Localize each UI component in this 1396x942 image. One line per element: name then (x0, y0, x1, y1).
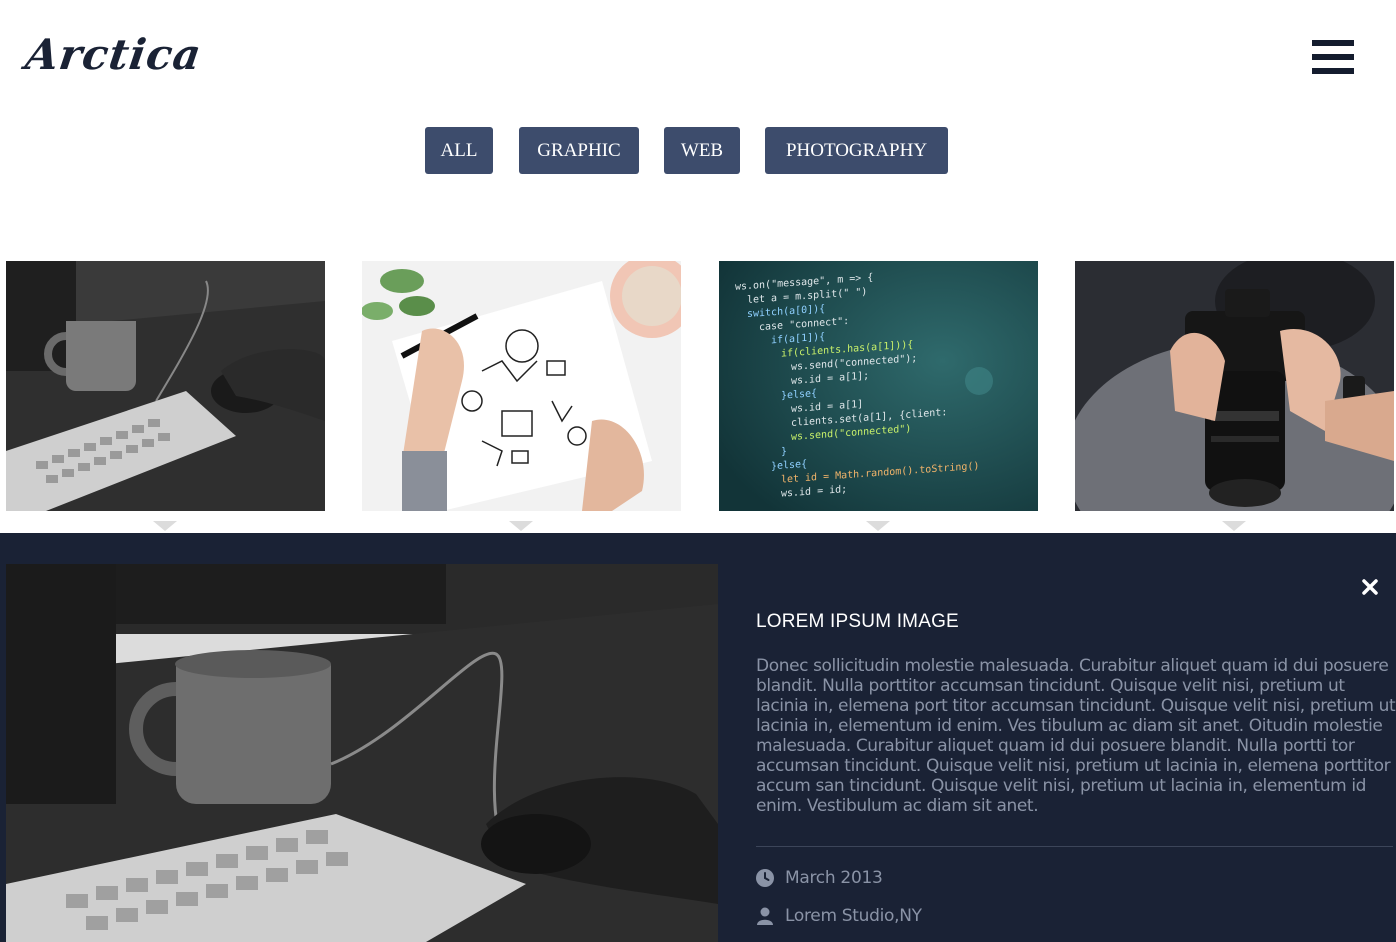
detail-title: LOREM IPSUM IMAGE (756, 611, 959, 632)
code-photo: ws.on("message", m => { let a = m.split(… (719, 261, 1038, 511)
portfolio-item-desk[interactable] (6, 261, 325, 511)
portfolio-item-camera[interactable] (1075, 261, 1394, 511)
hamburger-menu-icon[interactable] (1312, 40, 1354, 76)
thumb-pointer-arrow (1222, 521, 1246, 531)
user-icon (757, 907, 773, 925)
detail-divider (756, 846, 1393, 847)
site-logo[interactable]: Arctica (23, 30, 205, 79)
portfolio-detail-panel: LOREM IPSUM IMAGE Donec sollicitudin mol… (0, 533, 1396, 942)
desk-photo-large (6, 564, 718, 942)
desk-photo (6, 261, 325, 511)
detail-date: March 2013 (785, 868, 883, 888)
detail-date-row: March 2013 (756, 867, 883, 889)
clock-icon (756, 869, 774, 887)
detail-studio-row: Lorem Studio,NY (756, 905, 922, 927)
filter-all-button[interactable]: ALL (425, 127, 493, 174)
detail-image (6, 564, 718, 942)
portfolio-item-code[interactable]: ws.on("message", m => { let a = m.split(… (719, 261, 1038, 511)
filter-graphic-button[interactable]: GRAPHIC (519, 127, 639, 174)
camera-photo (1075, 261, 1394, 511)
thumb-pointer-arrow (153, 521, 177, 531)
sketch-photo (362, 261, 681, 511)
portfolio-filters: ALL GRAPHIC WEB PHOTOGRAPHY (0, 127, 1396, 174)
filter-photography-button[interactable]: PHOTOGRAPHY (765, 127, 948, 174)
thumb-pointer-arrow (509, 521, 533, 531)
close-icon[interactable] (1360, 577, 1380, 597)
detail-studio: Lorem Studio,NY (785, 906, 922, 926)
portfolio-item-sketch[interactable] (362, 261, 681, 511)
filter-web-button[interactable]: WEB (664, 127, 740, 174)
svg-text:}: } (781, 446, 787, 457)
detail-description: Donec sollicitudin molestie malesuada. C… (756, 656, 1396, 816)
thumb-pointer-arrow (866, 521, 890, 531)
